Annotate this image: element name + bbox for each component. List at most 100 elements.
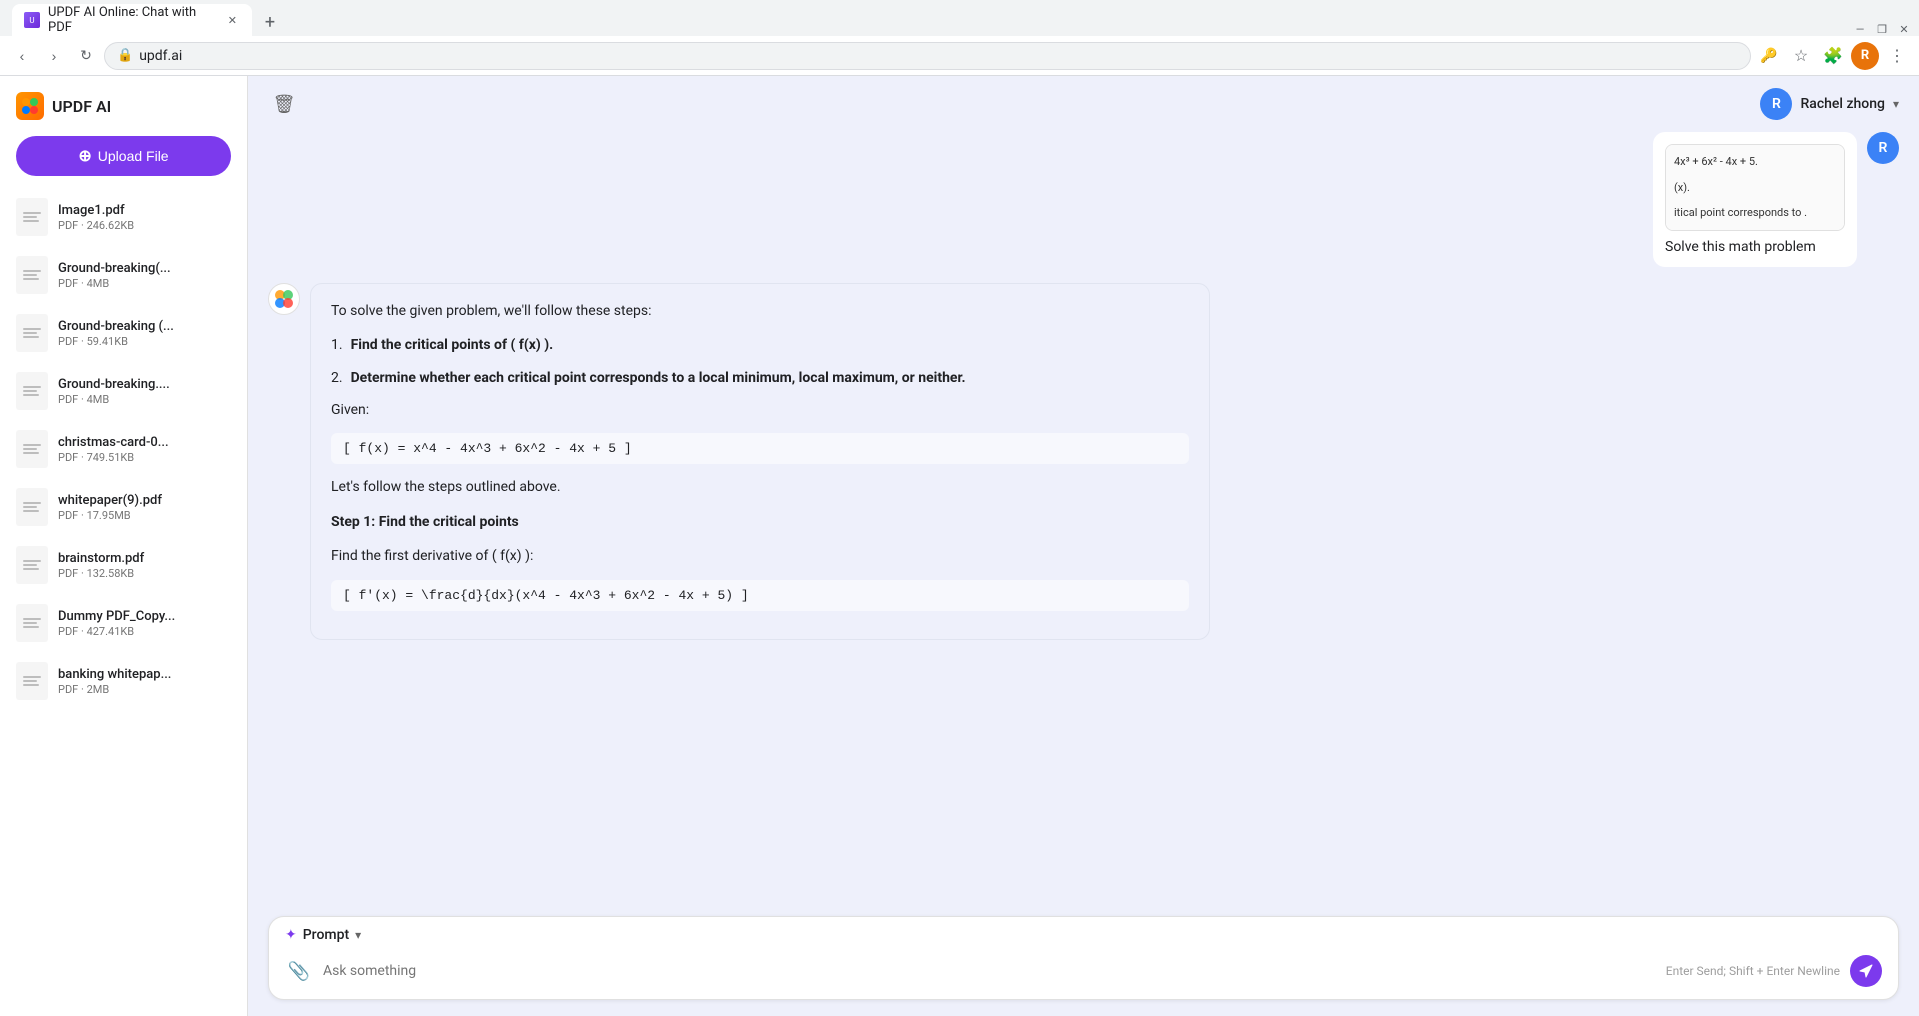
close-button[interactable]: ✕ bbox=[1897, 22, 1911, 36]
file-item-5[interactable]: whitepaper(9).pdf PDF · 17.95MB bbox=[0, 478, 247, 536]
toolbar-icons: 🔑 ☆ 🧩 R ⋮ bbox=[1755, 42, 1911, 70]
step1-number: 1. bbox=[331, 334, 343, 356]
pdf-line-1: 4x³ + 6x² - 4x + 5. bbox=[1674, 153, 1836, 171]
ai-given-label: Given: bbox=[331, 399, 1189, 421]
file-info-5: whitepaper(9).pdf PDF · 17.95MB bbox=[58, 493, 231, 522]
step2-number: 2. bbox=[331, 367, 343, 389]
file-info-3: Ground-breaking.... PDF · 4MB bbox=[58, 377, 231, 406]
prompt-chevron-icon: ▾ bbox=[355, 928, 361, 942]
ai-transition: Let's follow the steps outlined above. bbox=[331, 476, 1189, 498]
file-name-2: Ground-breaking (... bbox=[58, 319, 231, 334]
file-icon-4 bbox=[16, 430, 48, 468]
file-meta-2: PDF · 59.41KB bbox=[58, 335, 231, 348]
file-item-2[interactable]: Ground-breaking (... PDF · 59.41KB bbox=[0, 304, 247, 362]
ai-message-content: To solve the given problem, we'll follow… bbox=[310, 283, 1210, 640]
file-info-0: Image1.pdf PDF · 246.62KB bbox=[58, 203, 231, 232]
file-list: Image1.pdf PDF · 246.62KB Ground-breakin… bbox=[0, 184, 247, 1016]
file-info-4: christmas-card-0... PDF · 749.51KB bbox=[58, 435, 231, 464]
ai-step-2-item: 2. Determine whether each critical point… bbox=[331, 367, 1189, 389]
prompt-sparkle-icon: ✦ bbox=[285, 927, 297, 943]
file-meta-7: PDF · 427.41KB bbox=[58, 625, 231, 638]
tab-favicon: U bbox=[24, 12, 40, 28]
attach-button[interactable]: 📎 bbox=[285, 957, 313, 985]
sidebar-title: UPDF AI bbox=[52, 97, 111, 116]
file-name-8: banking whitepap... bbox=[58, 667, 231, 682]
file-name-1: Ground-breaking(... bbox=[58, 261, 231, 276]
extensions-icon[interactable]: 🧩 bbox=[1819, 42, 1847, 70]
file-item-8[interactable]: banking whitepap... PDF · 2MB bbox=[0, 652, 247, 710]
file-meta-4: PDF · 749.51KB bbox=[58, 451, 231, 464]
input-box: ✦ Prompt ▾ 📎 Enter Send; Shift + Enter N… bbox=[268, 916, 1899, 1000]
send-button[interactable] bbox=[1850, 955, 1882, 987]
step1-header: Step 1: Find the critical points bbox=[331, 511, 1189, 533]
file-meta-8: PDF · 2MB bbox=[58, 683, 231, 696]
user-info[interactable]: R Rachel zhong ▾ bbox=[1760, 88, 1899, 120]
pdf-line-3: itical point corresponds to . bbox=[1674, 204, 1836, 222]
back-button[interactable]: ‹ bbox=[8, 42, 36, 70]
file-item-1[interactable]: Ground-breaking(... PDF · 4MB bbox=[0, 246, 247, 304]
ai-step-1-item: 1. Find the critical points of ( f(x) ). bbox=[331, 334, 1189, 356]
main-header: 🗑 R Rachel zhong ▾ bbox=[248, 76, 1919, 132]
file-item-6[interactable]: brainstorm.pdf PDF · 132.58KB bbox=[0, 536, 247, 594]
ai-intro: To solve the given problem, we'll follow… bbox=[331, 300, 1189, 322]
browser-toolbar: ‹ › ↻ 🔒 updf.ai 🔑 ☆ 🧩 R ⋮ bbox=[0, 36, 1919, 76]
address-text: updf.ai bbox=[139, 48, 182, 64]
tab-bar: U UPDF AI Online: Chat with PDF ✕ + — ❐ … bbox=[0, 0, 1919, 36]
user-avatar-chat: R bbox=[1867, 132, 1899, 164]
file-meta-1: PDF · 4MB bbox=[58, 277, 231, 290]
maximize-button[interactable]: ❐ bbox=[1875, 22, 1889, 36]
user-name: Rachel zhong bbox=[1800, 96, 1885, 112]
file-icon-1 bbox=[16, 256, 48, 294]
main-content: 🗑 R Rachel zhong ▾ 4x³ + 6x² - 4x + 5. (… bbox=[248, 76, 1919, 1016]
password-manager-icon[interactable]: 🔑 bbox=[1755, 42, 1783, 70]
forward-button[interactable]: › bbox=[40, 42, 68, 70]
file-name-4: christmas-card-0... bbox=[58, 435, 231, 450]
file-meta-3: PDF · 4MB bbox=[58, 393, 231, 406]
file-item-0[interactable]: Image1.pdf PDF · 246.62KB bbox=[0, 188, 247, 246]
menu-icon[interactable]: ⋮ bbox=[1883, 42, 1911, 70]
file-info-7: Dummy PDF_Copy... PDF · 427.41KB bbox=[58, 609, 231, 638]
user-message-content: 4x³ + 6x² - 4x + 5. (x). itical point co… bbox=[1653, 132, 1857, 267]
bookmark-icon[interactable]: ☆ bbox=[1787, 42, 1815, 70]
file-icon-8 bbox=[16, 662, 48, 700]
new-tab-button[interactable]: + bbox=[256, 8, 284, 36]
address-bar[interactable]: 🔒 updf.ai bbox=[104, 42, 1751, 70]
active-tab[interactable]: U UPDF AI Online: Chat with PDF ✕ bbox=[12, 4, 252, 36]
file-item-4[interactable]: christmas-card-0... PDF · 749.51KB bbox=[0, 420, 247, 478]
file-info-8: banking whitepap... PDF · 2MB bbox=[58, 667, 231, 696]
ai-avatar bbox=[268, 283, 300, 315]
chat-input[interactable] bbox=[323, 963, 1656, 979]
pdf-line-2: (x). bbox=[1674, 179, 1836, 197]
prompt-label: Prompt bbox=[303, 927, 349, 943]
file-name-5: whitepaper(9).pdf bbox=[58, 493, 231, 508]
ai-message: To solve the given problem, we'll follow… bbox=[268, 283, 1899, 640]
pdf-preview-content: 4x³ + 6x² - 4x + 5. (x). itical point co… bbox=[1666, 145, 1844, 230]
file-item-3[interactable]: Ground-breaking.... PDF · 4MB bbox=[0, 362, 247, 420]
file-icon-2 bbox=[16, 314, 48, 352]
prompt-toolbar: ✦ Prompt ▾ bbox=[269, 917, 1898, 949]
delete-button[interactable]: 🗑 bbox=[268, 88, 300, 120]
chat-area: 4x³ + 6x² - 4x + 5. (x). itical point co… bbox=[248, 132, 1919, 908]
sidebar: UPDF AI ⊕ Upload File Image1.pdf PDF · 2… bbox=[0, 76, 248, 1016]
upload-file-button[interactable]: ⊕ Upload File bbox=[16, 136, 231, 176]
tab-close-button[interactable]: ✕ bbox=[225, 12, 240, 28]
user-avatar: R bbox=[1760, 88, 1792, 120]
profile-icon[interactable]: R bbox=[1851, 42, 1879, 70]
browser-chrome: U UPDF AI Online: Chat with PDF ✕ + — ❐ … bbox=[0, 0, 1919, 76]
step1-body: Find the first derivative of ( f(x) ): bbox=[331, 545, 1189, 567]
user-message-text: Solve this math problem bbox=[1665, 239, 1845, 255]
file-name-7: Dummy PDF_Copy... bbox=[58, 609, 231, 624]
file-item-7[interactable]: Dummy PDF_Copy... PDF · 427.41KB bbox=[0, 594, 247, 652]
file-info-1: Ground-breaking(... PDF · 4MB bbox=[58, 261, 231, 290]
given-formula: [ f(x) = x^4 - 4x^3 + 6x^2 - 4x + 5 ] bbox=[331, 433, 1189, 464]
user-chevron-icon: ▾ bbox=[1893, 97, 1899, 111]
file-icon-6 bbox=[16, 546, 48, 584]
file-info-2: Ground-breaking (... PDF · 59.41KB bbox=[58, 319, 231, 348]
app-container: UPDF AI ⊕ Upload File Image1.pdf PDF · 2… bbox=[0, 76, 1919, 1016]
minimize-button[interactable]: — bbox=[1853, 22, 1867, 36]
derivative-formula: [ f'(x) = \frac{d}{dx}(x^4 - 4x^3 + 6x^2… bbox=[331, 580, 1189, 611]
reload-button[interactable]: ↻ bbox=[72, 42, 100, 70]
lock-icon: 🔒 bbox=[117, 48, 133, 63]
file-icon-3 bbox=[16, 372, 48, 410]
user-message: 4x³ + 6x² - 4x + 5. (x). itical point co… bbox=[268, 132, 1899, 267]
